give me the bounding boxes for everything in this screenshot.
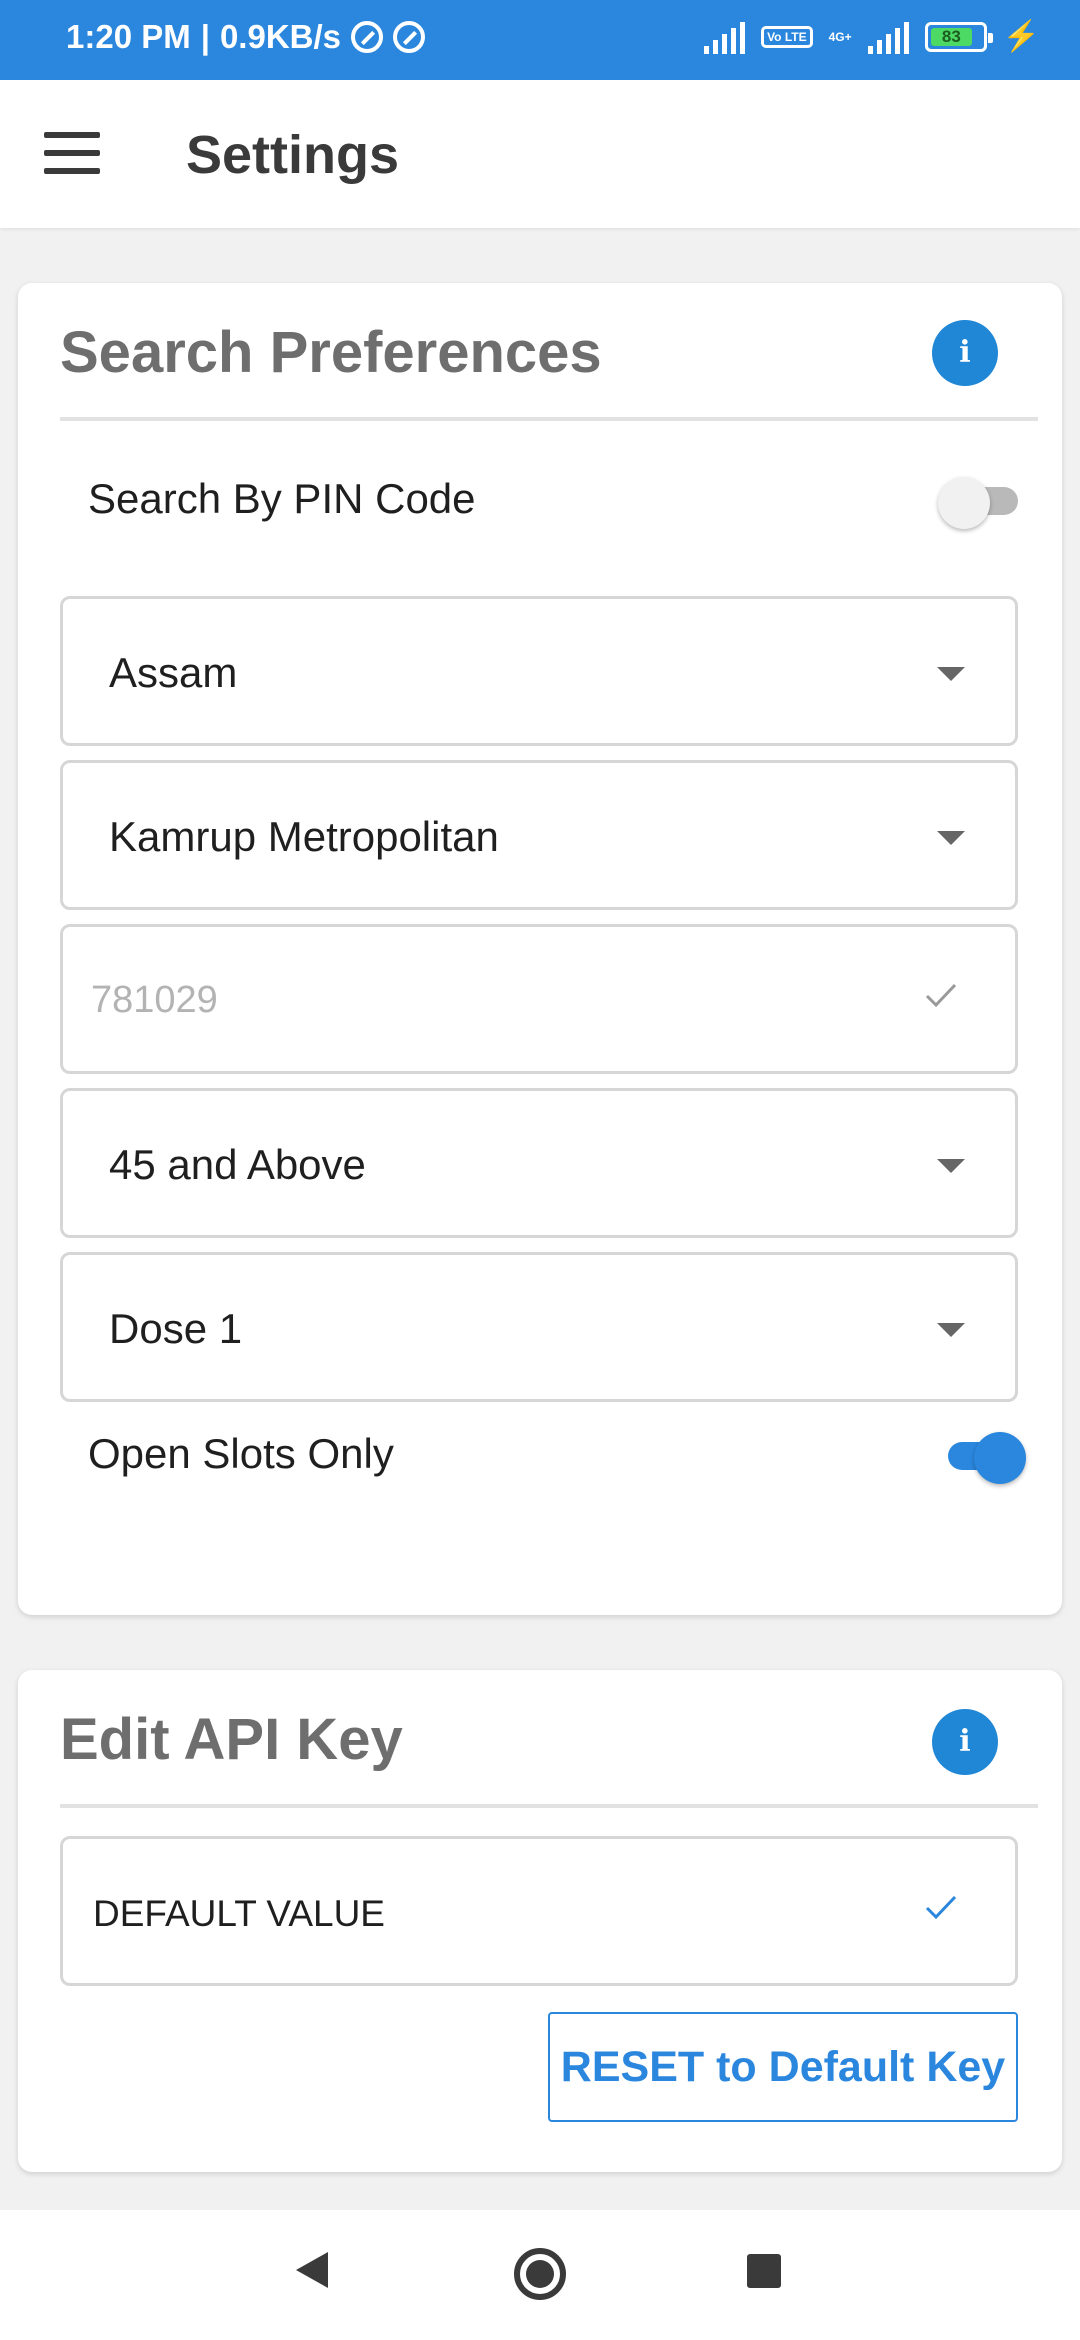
clock: 1:20 PM: [66, 18, 191, 55]
section-divider: [60, 417, 1038, 421]
state-value: Assam: [109, 649, 238, 696]
api-key-field[interactable]: DEFAULT VALUE: [60, 1836, 1018, 1986]
search-preferences-card: Search Preferences i Search By PIN Code …: [18, 283, 1062, 1615]
state-dropdown[interactable]: Assam: [60, 596, 1018, 746]
dropdown-arrow-icon: [937, 1159, 965, 1173]
status-bar: 1:20 PM | 0.9KB/s Vo LTE 4G+ 83 ⚡: [0, 0, 1080, 80]
page-title: Settings: [186, 125, 400, 185]
reset-default-key-button[interactable]: RESET to Default Key: [548, 2012, 1018, 2122]
dose-dropdown[interactable]: Dose 1: [60, 1252, 1018, 1402]
search-by-pin-toggle[interactable]: [938, 477, 1024, 529]
network-speed: 0.9KB/s: [219, 18, 342, 55]
check-icon[interactable]: [923, 977, 959, 1013]
battery-level: 83: [930, 28, 973, 46]
data-saver-icon: [351, 21, 384, 53]
dose-value: Dose 1: [109, 1305, 243, 1352]
recent-apps-icon[interactable]: [747, 2254, 781, 2288]
api-key-value[interactable]: DEFAULT VALUE: [93, 1893, 385, 1935]
dropdown-arrow-icon: [937, 667, 965, 681]
battery-icon: 83: [924, 22, 993, 52]
signal-icon-2: [867, 20, 909, 54]
open-slots-row: Open Slots Only: [60, 1410, 1038, 1500]
charging-icon: ⚡: [1002, 20, 1040, 53]
open-slots-toggle[interactable]: [942, 1432, 1026, 1484]
info-icon[interactable]: i: [932, 320, 998, 386]
separator: |: [200, 18, 210, 55]
signal-icon: [704, 20, 746, 54]
search-preferences-title: Search Preferences: [60, 320, 602, 385]
pincode-field[interactable]: [60, 924, 1018, 1074]
dropdown-arrow-icon: [937, 831, 965, 845]
navigation-bar: [0, 2210, 1080, 2340]
search-by-pin-row: Search By PIN Code: [60, 455, 1038, 545]
back-icon[interactable]: [296, 2252, 328, 2288]
status-right: Vo LTE 4G+ 83 ⚡: [704, 20, 1040, 54]
search-by-pin-label: Search By PIN Code: [88, 475, 476, 522]
volte-icon: Vo LTE: [761, 26, 813, 48]
check-icon[interactable]: [923, 1889, 959, 1925]
sync-icon: [393, 21, 426, 53]
app-bar: Settings: [0, 80, 1080, 228]
age-group-value: 45 and Above: [109, 1141, 366, 1188]
api-key-title: Edit API Key: [60, 1707, 403, 1772]
section-divider: [60, 1804, 1038, 1808]
api-key-card: Edit API Key i DEFAULT VALUE RESET to De…: [18, 1670, 1062, 2172]
district-dropdown[interactable]: Kamrup Metropolitan: [60, 760, 1018, 910]
open-slots-label: Open Slots Only: [88, 1430, 394, 1477]
info-icon[interactable]: i: [932, 1709, 998, 1775]
status-left: 1:20 PM | 0.9KB/s: [66, 18, 426, 56]
district-value: Kamrup Metropolitan: [109, 813, 499, 860]
home-icon[interactable]: [514, 2248, 566, 2300]
pincode-input[interactable]: [91, 979, 891, 1022]
network-type-icon: 4G+: [828, 30, 852, 44]
age-group-dropdown[interactable]: 45 and Above: [60, 1088, 1018, 1238]
menu-icon[interactable]: [44, 132, 100, 176]
dropdown-arrow-icon: [937, 1323, 965, 1337]
